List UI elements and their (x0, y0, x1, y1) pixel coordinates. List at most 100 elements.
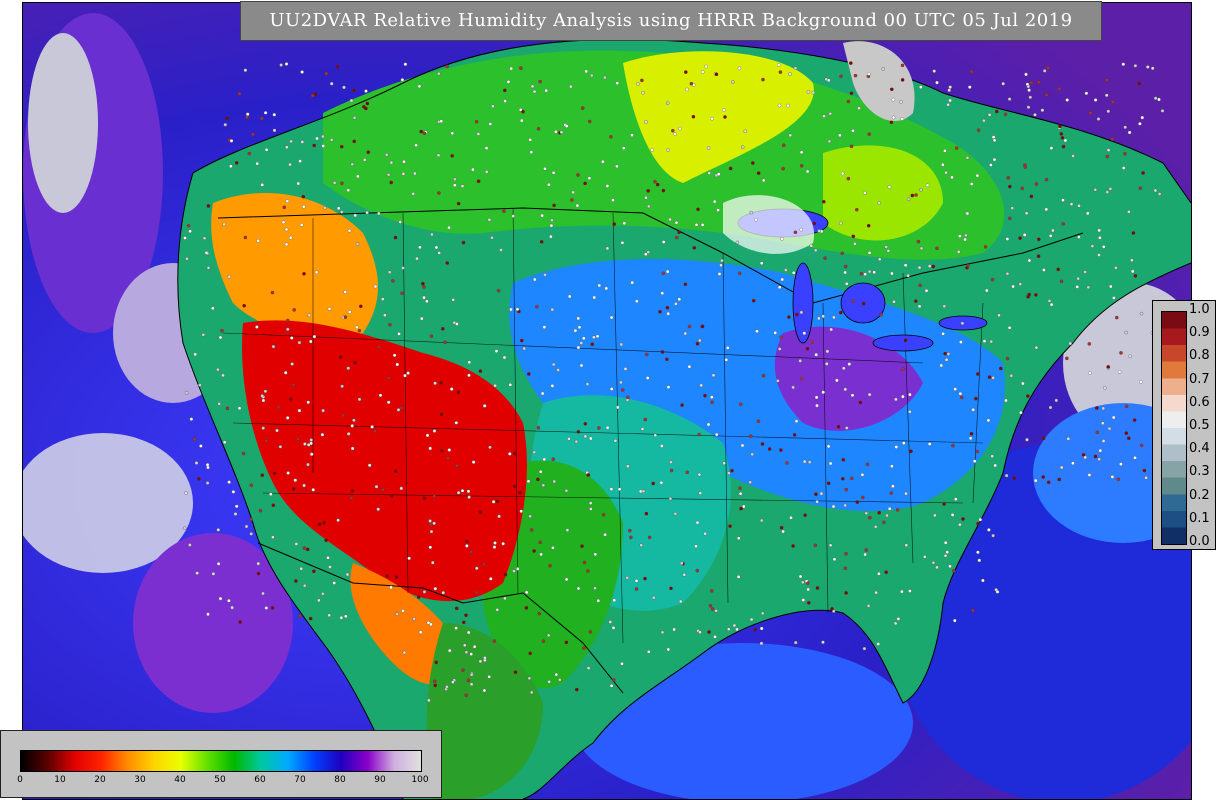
observation-dot (558, 678, 562, 682)
observation-dot (666, 311, 670, 316)
observation-dot (437, 191, 441, 195)
observation-dot (877, 510, 881, 515)
observation-dot (1037, 237, 1041, 242)
observation-dot (381, 488, 385, 492)
observation-dot (455, 464, 459, 468)
observation-dot (216, 367, 220, 372)
observation-dot (944, 358, 949, 362)
observation-dot (674, 220, 679, 225)
observation-dot (1059, 465, 1064, 470)
observation-dot (278, 445, 283, 449)
observation-dot (716, 208, 720, 212)
observation-dot (976, 550, 980, 555)
observation-dot (755, 329, 759, 333)
observation-dot (886, 249, 891, 253)
observation-dot (306, 400, 310, 405)
observation-dot (418, 630, 423, 634)
observation-dot (829, 327, 833, 332)
observation-dot (381, 297, 385, 301)
observation-dot (728, 524, 732, 528)
observation-dot (828, 461, 833, 466)
observation-dot (814, 352, 818, 357)
observation-dot (186, 223, 191, 228)
observation-dot (706, 146, 711, 150)
observation-dot (727, 627, 731, 631)
observation-dot (779, 448, 783, 452)
observation-dot (549, 223, 554, 228)
observation-dot (378, 393, 383, 398)
observation-dot (1046, 66, 1050, 70)
observation-dot (355, 325, 359, 330)
cloud-patch (28, 33, 98, 213)
observation-dot (1103, 386, 1107, 390)
observation-dot (311, 488, 315, 492)
observation-dot (894, 445, 899, 449)
observation-dot (776, 63, 781, 67)
observation-dot (1115, 315, 1119, 320)
observation-dot (890, 271, 894, 276)
observation-dot (482, 562, 486, 567)
observation-dot (422, 285, 426, 289)
observation-dot (611, 626, 616, 630)
observation-dot (536, 127, 541, 131)
observation-dot (616, 405, 620, 410)
observation-dot (520, 338, 524, 343)
observation-dot (704, 64, 708, 69)
observation-dot (284, 62, 289, 66)
observation-dot (807, 460, 812, 464)
observation-dot (665, 101, 670, 105)
observation-dot (243, 235, 248, 240)
observation-dot (350, 446, 355, 451)
observation-dot (698, 630, 702, 634)
observation-dot (981, 578, 985, 583)
observation-dot (925, 183, 930, 188)
observation-dot (432, 494, 436, 498)
observation-dot (945, 550, 949, 554)
observation-dot (900, 589, 904, 594)
observation-dot (874, 590, 878, 595)
observation-dot (362, 158, 367, 162)
observation-dot (661, 271, 666, 276)
observation-dot (528, 651, 532, 656)
observation-dot (549, 234, 553, 239)
observation-dot (292, 308, 296, 312)
observation-dot (785, 461, 789, 465)
observation-dot (462, 643, 467, 648)
observation-dot (411, 192, 415, 196)
observation-dot (963, 237, 967, 242)
observation-dot (340, 181, 344, 186)
observation-dot (493, 383, 497, 388)
observation-dot (689, 81, 694, 86)
observation-dot (576, 173, 580, 177)
observation-dot (260, 394, 264, 398)
observation-dot (1005, 356, 1010, 361)
observation-dot (255, 161, 259, 166)
observation-dot (519, 509, 523, 513)
observation-dot (622, 146, 626, 150)
observation-dot (276, 405, 281, 410)
observation-dot (590, 73, 594, 78)
observation-dot (321, 592, 325, 596)
observation-dot (835, 378, 839, 383)
observation-dot (496, 288, 501, 293)
observation-dot (976, 372, 980, 376)
observation-dot (933, 513, 937, 518)
observation-dot (466, 678, 471, 683)
observation-dot (1107, 426, 1112, 431)
observation-dot (1005, 237, 1010, 241)
observation-dot (620, 241, 625, 245)
observation-dot (1075, 285, 1079, 289)
observation-dot (434, 245, 439, 250)
observation-dot (850, 476, 854, 481)
observation-dot (301, 194, 306, 199)
observation-dot (1026, 105, 1031, 109)
observation-dot (1124, 330, 1128, 335)
observation-dot (357, 328, 362, 333)
observation-dot (429, 529, 434, 534)
observation-dot (948, 98, 952, 103)
observation-dot (1033, 478, 1038, 483)
observation-dot (846, 176, 851, 181)
observation-dot (749, 210, 754, 215)
observation-dot (1027, 292, 1031, 297)
observation-dot (484, 146, 489, 150)
